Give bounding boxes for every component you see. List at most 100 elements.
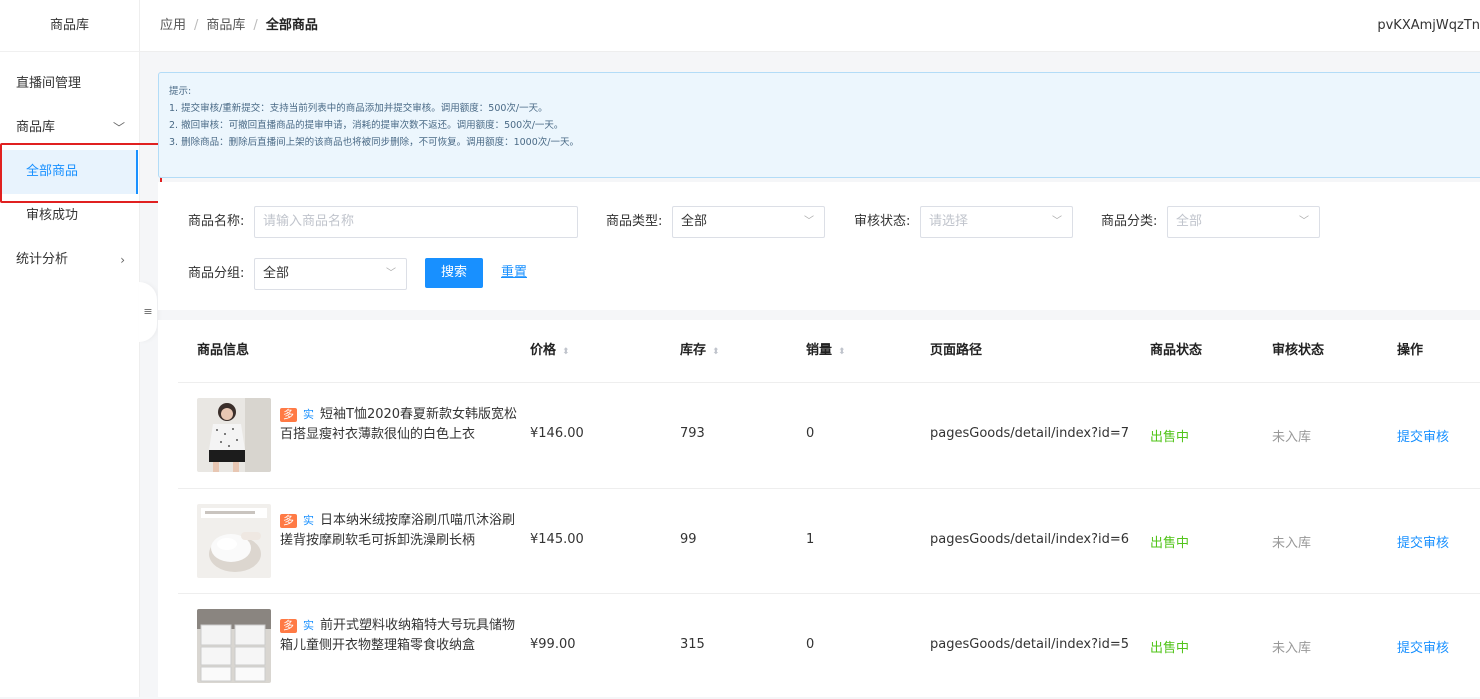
chevron-down-icon: ﹀	[1052, 216, 1062, 227]
tips-line: 2. 撤回审核：可撤回直播商品的提审申请，消耗的提审次数不返还。调用额度：500…	[169, 120, 564, 131]
stock-cell: 793	[680, 426, 705, 441]
breadcrumb-item-library[interactable]: 商品库	[206, 18, 245, 33]
column-header-label: 价格	[530, 343, 557, 358]
column-header-info: 商品信息	[197, 343, 250, 358]
sort-icon[interactable]: ⬍	[562, 321, 570, 383]
breadcrumb-item-app[interactable]: 应用	[160, 18, 186, 33]
sidebar-item-statistics[interactable]: 统计分析 ›	[0, 238, 139, 282]
product-group-value: 全部	[263, 266, 290, 281]
tips-panel: 提示: 1. 提交审核/重新提交：支持当前列表中的商品添加并提交审核。调用额度：…	[158, 72, 1480, 178]
tag-physical: 实	[303, 408, 314, 421]
stock-cell: 99	[680, 532, 697, 547]
price-cell: ¥146.00	[530, 426, 584, 441]
product-name-label: 商品名称:	[188, 214, 245, 229]
column-header-sales[interactable]: 销量 ⬍	[806, 320, 846, 382]
audit-status-placeholder: 请选择	[929, 214, 969, 229]
sales-cell: 1	[806, 532, 815, 547]
product-title: 多实短袖T恤2020春夏新款女韩版宽松百搭显瘦衬衣薄款很仙的白色上衣	[280, 405, 520, 445]
product-thumbnail	[197, 504, 271, 578]
breadcrumb-separator: /	[194, 18, 199, 33]
breadcrumb-item-current: 全部商品	[265, 18, 318, 33]
product-name-input[interactable]: 请输入商品名称	[254, 206, 578, 238]
table-row: 多实前开式塑料收纳箱特大号玩具储物箱儿童侧开衣物整理箱零食收纳盒 ¥99.00 …	[158, 594, 1480, 699]
tag-multi-spec: 多	[280, 408, 297, 422]
sidebar-item-label: 统计分析	[16, 252, 69, 267]
tag-physical: 实	[303, 619, 314, 632]
tag-multi-spec: 多	[280, 619, 297, 633]
audit-status-cell: 未入库	[1272, 430, 1312, 445]
reset-button[interactable]: 重置	[501, 258, 527, 288]
menu-icon: ≡	[143, 305, 153, 318]
product-title: 多实日本纳米绒按摩浴刷爪喵爪沐浴刷搓背按摩刷软毛可拆卸洗澡刷长柄	[280, 511, 520, 551]
topbar: 应用 / 商品库 / 全部商品 pvKXAmjWqzTn	[140, 0, 1480, 52]
account-name[interactable]: pvKXAmjWqzTn	[1377, 0, 1480, 52]
status-badge: 出售中	[1150, 536, 1190, 551]
chevron-right-icon: ›	[120, 253, 125, 267]
product-category-label: 商品分类:	[1101, 214, 1158, 229]
product-thumbnail	[197, 398, 271, 472]
audit-status-label: 审核状态:	[854, 214, 911, 229]
status-badge: 出售中	[1150, 641, 1190, 656]
status-badge: 出售中	[1150, 430, 1190, 445]
filter-panel: 商品名称: 请输入商品名称 商品类型: 全部 ﹀ 审核状态: 请选择 ﹀ 商品分类:…	[158, 182, 1480, 310]
submit-audit-link[interactable]: 提交审核	[1397, 532, 1449, 551]
product-type-label: 商品类型:	[606, 214, 663, 229]
sort-icon[interactable]: ⬍	[712, 321, 720, 383]
column-header-label: 销量	[806, 343, 833, 358]
path-cell: pagesGoods/detail/index?id=5	[930, 637, 1130, 652]
product-type-value: 全部	[681, 214, 708, 229]
column-header-price[interactable]: 价格 ⬍	[530, 320, 570, 382]
audit-status-cell: 未入库	[1272, 536, 1312, 551]
collapse-sidebar-button[interactable]: ≡	[139, 282, 157, 342]
table-row: 多实短袖T恤2020春夏新款女韩版宽松百搭显瘦衬衣薄款很仙的白色上衣 ¥146.…	[158, 383, 1480, 488]
audit-status-cell: 未入库	[1272, 641, 1312, 656]
product-table: 商品信息 价格 ⬍ 库存 ⬍ 销量 ⬍ 页面路径 商品状态 审核状态 操作 多实短袖T…	[158, 320, 1480, 697]
path-cell: pagesGoods/detail/index?id=6	[930, 532, 1130, 547]
column-header-status: 商品状态	[1150, 343, 1203, 358]
breadcrumb: 应用 / 商品库 / 全部商品	[160, 0, 318, 52]
column-header-actions: 操作	[1397, 343, 1424, 358]
sidebar: 商品库 直播间管理 商品库 ﹀ 全部商品 审核成功 统计分析 ›	[0, 0, 140, 697]
sidebar-title: 商品库	[0, 0, 139, 52]
submit-audit-link[interactable]: 提交审核	[1397, 426, 1449, 445]
tips-title: 提示:	[169, 86, 192, 97]
sales-cell: 0	[806, 426, 815, 441]
sidebar-item-product-library[interactable]: 商品库 ﹀	[0, 106, 139, 150]
sidebar-item-label: 全部商品	[26, 164, 79, 179]
audit-status-select[interactable]: 请选择 ﹀	[920, 206, 1073, 238]
sidebar-item-live-room[interactable]: 直播间管理	[0, 62, 139, 106]
path-cell: pagesGoods/detail/index?id=7	[930, 426, 1130, 441]
sales-cell: 0	[806, 637, 815, 652]
chevron-down-icon: ﹀	[112, 121, 125, 135]
product-thumbnail	[197, 609, 271, 683]
sidebar-item-label: 商品库	[16, 120, 56, 135]
table-row: 多实日本纳米绒按摩浴刷爪喵爪沐浴刷搓背按摩刷软毛可拆卸洗澡刷长柄 ¥145.00…	[158, 489, 1480, 594]
column-header-path: 页面路径	[930, 343, 983, 358]
column-header-audit: 审核状态	[1272, 343, 1325, 358]
search-button[interactable]: 搜索	[425, 258, 483, 288]
column-header-label: 库存	[680, 343, 707, 358]
sidebar-item-label: 审核成功	[26, 208, 79, 223]
product-category-placeholder: 全部	[1176, 214, 1203, 229]
breadcrumb-separator: /	[253, 18, 258, 33]
column-header-stock[interactable]: 库存 ⬍	[680, 320, 720, 382]
price-cell: ¥99.00	[530, 637, 576, 652]
product-group-select[interactable]: 全部 ﹀	[254, 258, 407, 290]
sidebar-item-all-products[interactable]: 全部商品	[0, 150, 138, 194]
price-cell: ¥145.00	[530, 532, 584, 547]
sidebar-item-label: 直播间管理	[16, 76, 82, 91]
product-category-select[interactable]: 全部 ﹀	[1167, 206, 1320, 238]
chevron-down-icon: ﹀	[386, 268, 396, 279]
product-group-label: 商品分组:	[188, 266, 245, 281]
tips-line: 1. 提交审核/重新提交：支持当前列表中的商品添加并提交审核。调用额度：500次…	[169, 103, 548, 114]
product-type-select[interactable]: 全部 ﹀	[672, 206, 825, 238]
submit-audit-link[interactable]: 提交审核	[1397, 637, 1449, 656]
product-title: 多实前开式塑料收纳箱特大号玩具储物箱儿童侧开衣物整理箱零食收纳盒	[280, 616, 520, 656]
tag-multi-spec: 多	[280, 514, 297, 528]
sidebar-item-audit-success[interactable]: 审核成功	[0, 194, 139, 238]
sort-icon[interactable]: ⬍	[838, 321, 846, 383]
stock-cell: 315	[680, 637, 705, 652]
chevron-down-icon: ﹀	[1299, 216, 1309, 227]
chevron-down-icon: ﹀	[804, 216, 814, 227]
tag-physical: 实	[303, 514, 314, 527]
